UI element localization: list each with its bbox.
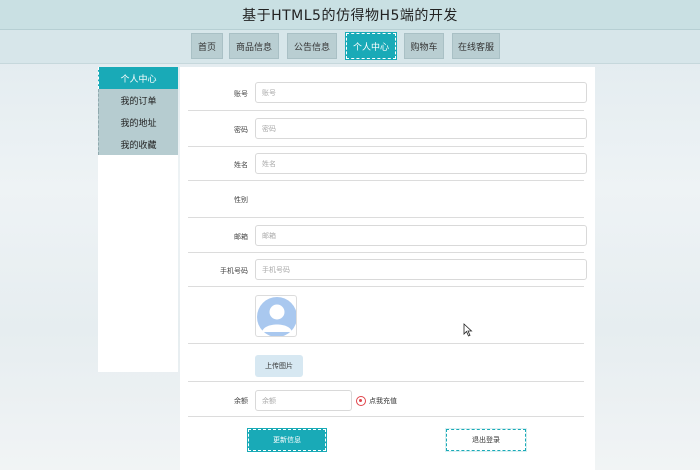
tab-customer-service[interactable]: 在线客服 (452, 33, 500, 59)
phone-label: 手机号码 (220, 267, 248, 275)
row-email: 邮箱 (188, 218, 587, 253)
balance-input[interactable] (255, 390, 352, 411)
recharge-link[interactable]: 点我充值 (356, 396, 397, 406)
email-input[interactable] (255, 225, 587, 246)
name-label: 姓名 (234, 161, 248, 169)
upload-image-button[interactable]: 上传图片 (255, 355, 303, 377)
mouse-cursor-icon (463, 323, 473, 337)
sidebar-item-personal-center[interactable]: 个人中心 (98, 67, 178, 89)
row-avatar (188, 287, 584, 344)
gender-label: 性别 (234, 196, 248, 204)
name-input[interactable] (255, 153, 587, 174)
top-nav: 首页 商品信息 公告信息 个人中心 购物车 在线客服 (0, 30, 700, 64)
recharge-icon (356, 396, 366, 406)
phone-input[interactable] (255, 259, 587, 280)
row-account: 账号 (188, 75, 587, 111)
recharge-label: 点我充值 (369, 397, 397, 405)
sidebar-item-orders[interactable]: 我的订单 (98, 89, 178, 111)
row-password: 密码 (188, 111, 587, 147)
update-info-button[interactable]: 更新信息 (247, 428, 327, 452)
balance-label: 余额 (234, 397, 248, 405)
row-gender: 性别 (188, 181, 584, 218)
row-name: 姓名 (188, 147, 587, 181)
tab-home[interactable]: 首页 (191, 33, 223, 59)
page-title: 基于HTML5的仿得物H5端的开发 (242, 7, 458, 24)
password-label: 密码 (234, 126, 248, 134)
logout-button[interactable]: 退出登录 (445, 428, 527, 452)
row-phone: 手机号码 (188, 253, 587, 287)
sidebar: 个人中心 我的订单 我的地址 我的收藏 (98, 67, 178, 372)
tab-cart[interactable]: 购物车 (404, 33, 444, 59)
account-input[interactable] (255, 82, 587, 103)
user-avatar-icon (255, 295, 297, 337)
tab-announcements[interactable]: 公告信息 (287, 33, 337, 59)
account-label: 账号 (234, 90, 248, 98)
password-input[interactable] (255, 118, 587, 139)
row-upload: 上传图片 (188, 344, 584, 382)
sidebar-item-addresses[interactable]: 我的地址 (98, 111, 178, 133)
profile-panel: 账号 密码 姓名 性别 邮箱 手机号码 上传图片 余额 (180, 67, 595, 470)
sidebar-item-favorites[interactable]: 我的收藏 (98, 133, 178, 155)
tab-personal-center[interactable]: 个人中心 (345, 32, 397, 60)
row-balance: 余额 点我充值 (188, 382, 584, 417)
tab-products[interactable]: 商品信息 (229, 33, 279, 59)
title-bar: 基于HTML5的仿得物H5端的开发 (0, 0, 700, 30)
email-label: 邮箱 (234, 233, 248, 241)
